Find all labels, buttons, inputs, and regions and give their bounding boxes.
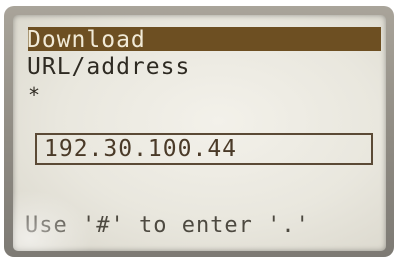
ip-address-field[interactable]: 192.30.100.44 [35,133,373,165]
url-address-label: URL/address [27,54,191,80]
device-photo: Download URL/address * 192.30.100.44 Use… [0,0,398,261]
screen-title: Download [27,27,146,53]
lcd-screen: Download URL/address * 192.30.100.44 Use… [13,15,386,251]
asterisk-icon: * [28,83,42,107]
ip-address-value: 192.30.100.44 [44,136,238,162]
hint-text: Use '#' to enter '.' [25,213,310,238]
